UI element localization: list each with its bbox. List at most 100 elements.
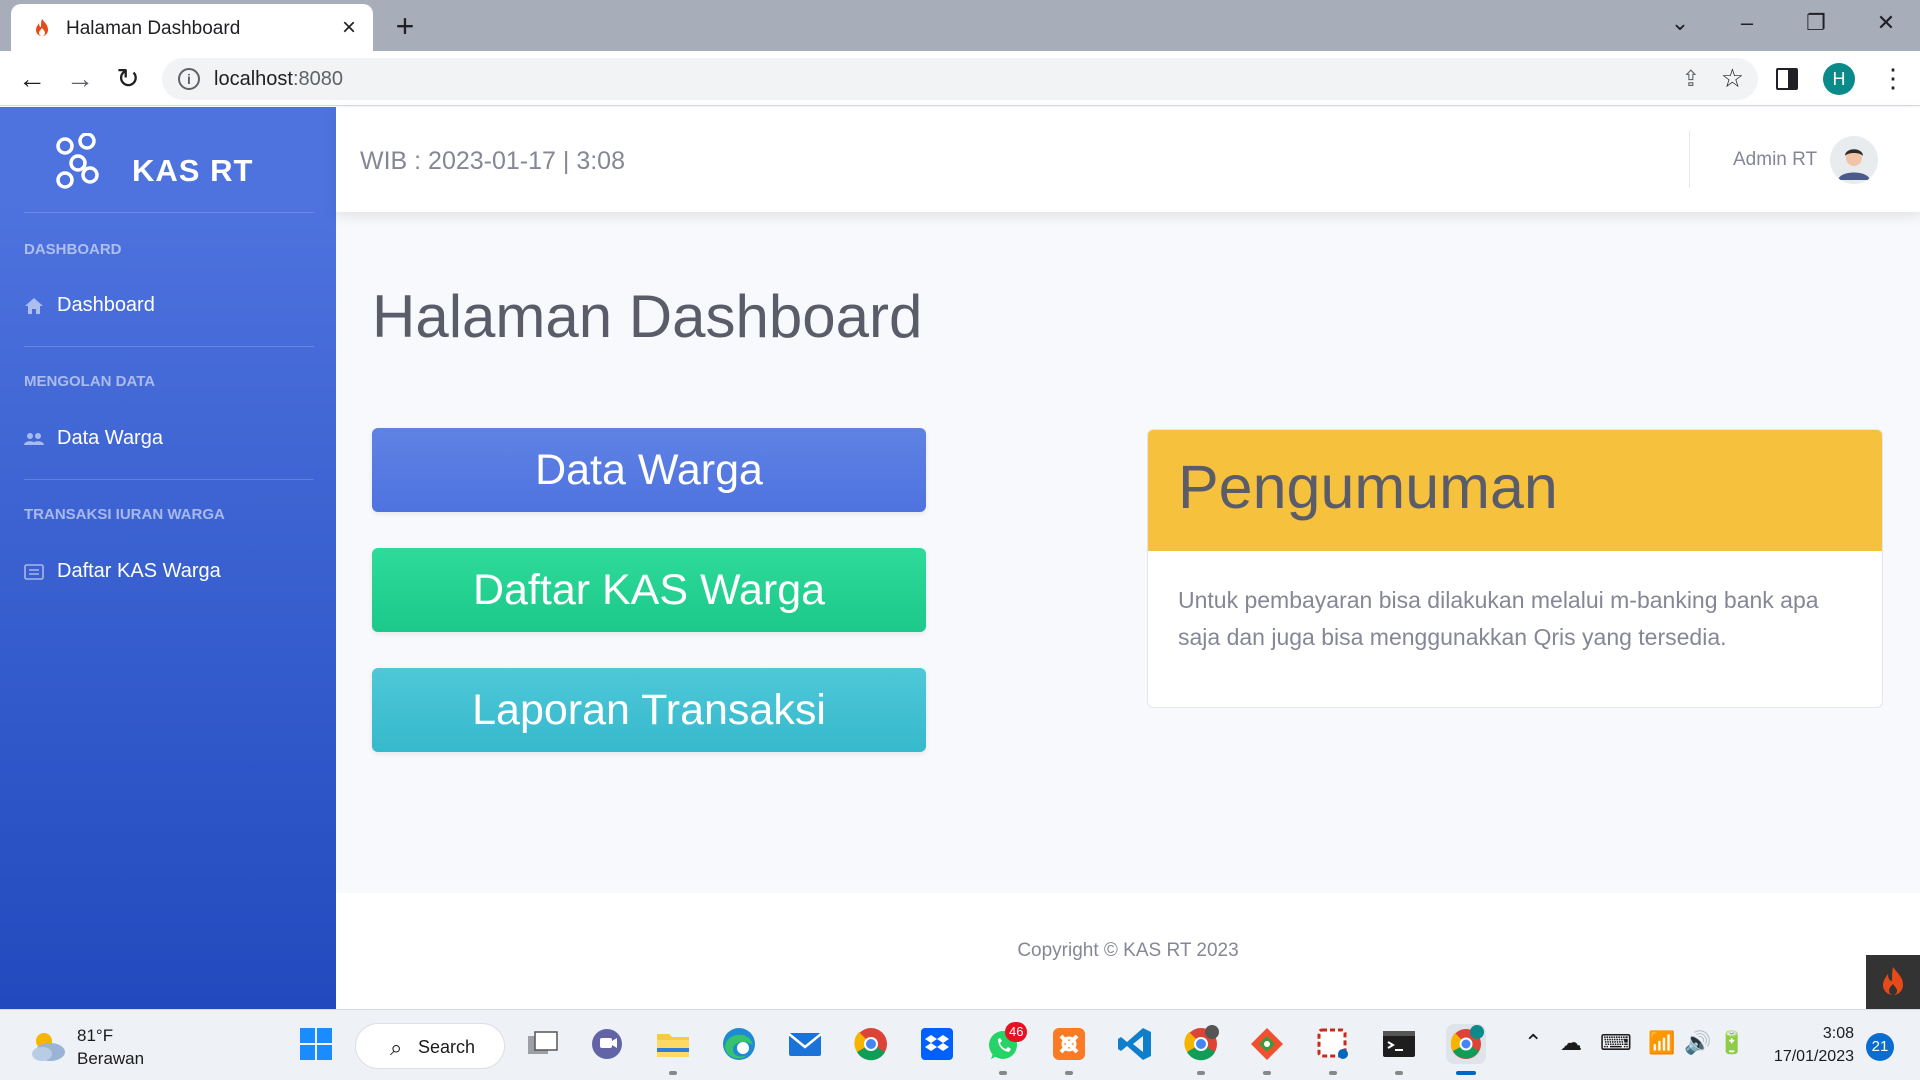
sidebar-brand[interactable]: KAS RT <box>54 133 314 193</box>
snipping-tool-icon[interactable] <box>1313 1024 1353 1064</box>
browser-tab-strip: Halaman Dashboard × + ⌄ – ❐ ✕ <box>0 0 1920 51</box>
running-indicator <box>1395 1071 1403 1075</box>
dropbox-icon[interactable] <box>917 1024 957 1064</box>
sidebar: KAS RT DASHBOARD Dashboard MENGOLAN DATA… <box>0 107 336 1009</box>
sidebar-item-data-warga[interactable]: Data Warga <box>24 425 314 455</box>
sidebar-divider <box>24 479 314 480</box>
address-bar[interactable]: i localhost:8080 ⇪ ☆ <box>162 58 1758 100</box>
running-indicator <box>1197 1071 1205 1075</box>
brand-name: KAS RT <box>132 153 254 188</box>
url-text: localhost:8080 <box>214 68 343 91</box>
clock-time: 3:08 <box>1822 1025 1854 1042</box>
volume-icon[interactable]: 🔊 <box>1684 1030 1711 1056</box>
notification-count-badge[interactable]: 21 <box>1866 1033 1894 1061</box>
windows-taskbar: 81°F Berawan ⌕ Search 46 ⌃ ☁ ⌨ 📶 🔊 🔋 3:0… <box>0 1009 1920 1080</box>
mail-icon[interactable] <box>785 1024 825 1064</box>
list-icon <box>24 564 44 580</box>
site-info-icon[interactable]: i <box>178 68 200 90</box>
circles-logo-icon <box>56 133 99 189</box>
laporan-transaksi-button[interactable]: Laporan Transaksi <box>372 668 926 752</box>
copyright-text: Copyright © KAS RT 2023 <box>1017 940 1239 961</box>
browser-tab[interactable]: Halaman Dashboard × <box>11 4 373 51</box>
flame-favicon-icon <box>30 16 54 40</box>
taskbar-search[interactable]: ⌕ Search <box>355 1023 505 1069</box>
sidebar-item-daftar-kas-warga[interactable]: Daftar KAS Warga <box>24 558 314 588</box>
chrome-active-icon[interactable] <box>1446 1024 1486 1064</box>
restore-icon[interactable]: ❐ <box>1796 6 1836 40</box>
announcement-title: Pengumuman <box>1178 453 1558 521</box>
topbar: WIB : 2023-01-17 | 3:08 Admin RT <box>336 107 1920 212</box>
announcement-card: Pengumuman Untuk pembayaran bisa dilakuk… <box>1147 429 1883 708</box>
forward-icon[interactable]: → <box>62 61 98 97</box>
tab-close-icon[interactable]: × <box>335 14 363 42</box>
battery-icon[interactable]: 🔋 <box>1718 1030 1745 1056</box>
user-name[interactable]: Admin RT <box>1733 149 1817 171</box>
sidebar-item-label: Dashboard <box>57 294 155 316</box>
terminal-icon[interactable] <box>1379 1024 1419 1064</box>
running-indicator <box>1065 1071 1073 1075</box>
datetime-display: WIB : 2023-01-17 | 3:08 <box>360 147 625 175</box>
sidebar-heading-transaksi: TRANSAKSI IURAN WARGA <box>24 506 225 523</box>
topbar-divider <box>1689 131 1690 188</box>
onedrive-icon[interactable]: ☁ <box>1560 1030 1582 1056</box>
sidebar-heading-dashboard: DASHBOARD <box>24 241 122 258</box>
home-icon <box>25 298 43 314</box>
teams-chat-icon[interactable] <box>587 1024 627 1064</box>
running-indicator <box>999 1071 1007 1075</box>
back-icon[interactable]: ← <box>14 61 50 97</box>
profile-avatar[interactable]: H <box>1823 63 1855 95</box>
weather-description: Berawan <box>77 1049 145 1068</box>
clock-date: 17/01/2023 <box>1773 1048 1854 1065</box>
active-indicator <box>1456 1071 1476 1075</box>
wifi-icon[interactable]: 📶 <box>1648 1030 1675 1056</box>
xampp-icon[interactable] <box>1049 1024 1089 1064</box>
weather-temperature: 81°F <box>77 1026 114 1045</box>
announcement-body: Untuk pembayaran bisa dilakukan melalui … <box>1178 587 1819 650</box>
running-indicator <box>1329 1071 1337 1075</box>
users-icon <box>24 433 44 445</box>
sidebar-item-label: Data Warga <box>57 427 163 449</box>
chrome-profile-icon[interactable] <box>1181 1024 1221 1064</box>
minimize-icon[interactable]: – <box>1727 6 1767 40</box>
new-tab-icon[interactable]: + <box>388 9 422 43</box>
sidebar-item-label: Daftar KAS Warga <box>57 560 221 582</box>
sidebar-divider <box>24 212 314 213</box>
vscode-icon[interactable] <box>1115 1024 1155 1064</box>
window-close-icon[interactable]: ✕ <box>1866 6 1906 40</box>
page-title: Halaman Dashboard <box>372 283 923 350</box>
daftar-kas-warga-button[interactable]: Daftar KAS Warga <box>372 548 926 632</box>
user-avatar[interactable] <box>1830 136 1878 184</box>
tab-search-chevron-icon[interactable]: ⌄ <box>1660 6 1700 40</box>
chrome-icon[interactable] <box>851 1024 891 1064</box>
share-icon[interactable]: ⇪ <box>1682 66 1700 92</box>
bookmark-star-icon[interactable]: ☆ <box>1721 63 1744 94</box>
file-explorer-icon[interactable] <box>653 1024 693 1064</box>
task-view-icon[interactable] <box>522 1024 562 1064</box>
search-label: Search <box>418 1037 476 1057</box>
whatsapp-unread-badge: 46 <box>1005 1022 1028 1042</box>
sidebar-divider <box>24 346 314 347</box>
keyboard-icon[interactable]: ⌨ <box>1600 1030 1632 1056</box>
codeigniter-flame-icon[interactable] <box>1866 955 1920 1009</box>
weather-widget[interactable]: 81°F Berawan <box>28 1024 228 1068</box>
running-indicator <box>669 1071 677 1075</box>
announcement-header: Pengumuman <box>1148 430 1882 551</box>
data-warga-button[interactable]: Data Warga <box>372 428 926 512</box>
side-panel-icon[interactable] <box>1776 68 1798 90</box>
sidebar-heading-mengolan-data: MENGOLAN DATA <box>24 373 156 390</box>
running-indicator <box>1263 1071 1271 1075</box>
cloudy-weather-icon <box>32 1033 65 1061</box>
taskbar-clock[interactable]: 3:08 17/01/2023 <box>1764 1022 1854 1068</box>
edge-browser-icon[interactable] <box>719 1024 759 1064</box>
git-client-icon[interactable] <box>1247 1024 1287 1064</box>
sidebar-item-dashboard[interactable]: Dashboard <box>24 292 314 322</box>
tab-title: Halaman Dashboard <box>66 18 241 39</box>
tray-overflow-icon[interactable]: ⌃ <box>1524 1030 1542 1056</box>
url-host: localhost <box>214 68 293 90</box>
search-icon: ⌕ <box>390 1035 403 1060</box>
footer: Copyright © KAS RT 2023 <box>336 893 1920 1009</box>
windows-start-icon[interactable] <box>296 1024 336 1064</box>
reload-icon[interactable]: ↻ <box>110 61 146 97</box>
browser-toolbar: ← → ↻ i localhost:8080 ⇪ ☆ H ⋮ <box>0 51 1920 106</box>
browser-menu-icon[interactable]: ⋮ <box>1880 63 1906 94</box>
